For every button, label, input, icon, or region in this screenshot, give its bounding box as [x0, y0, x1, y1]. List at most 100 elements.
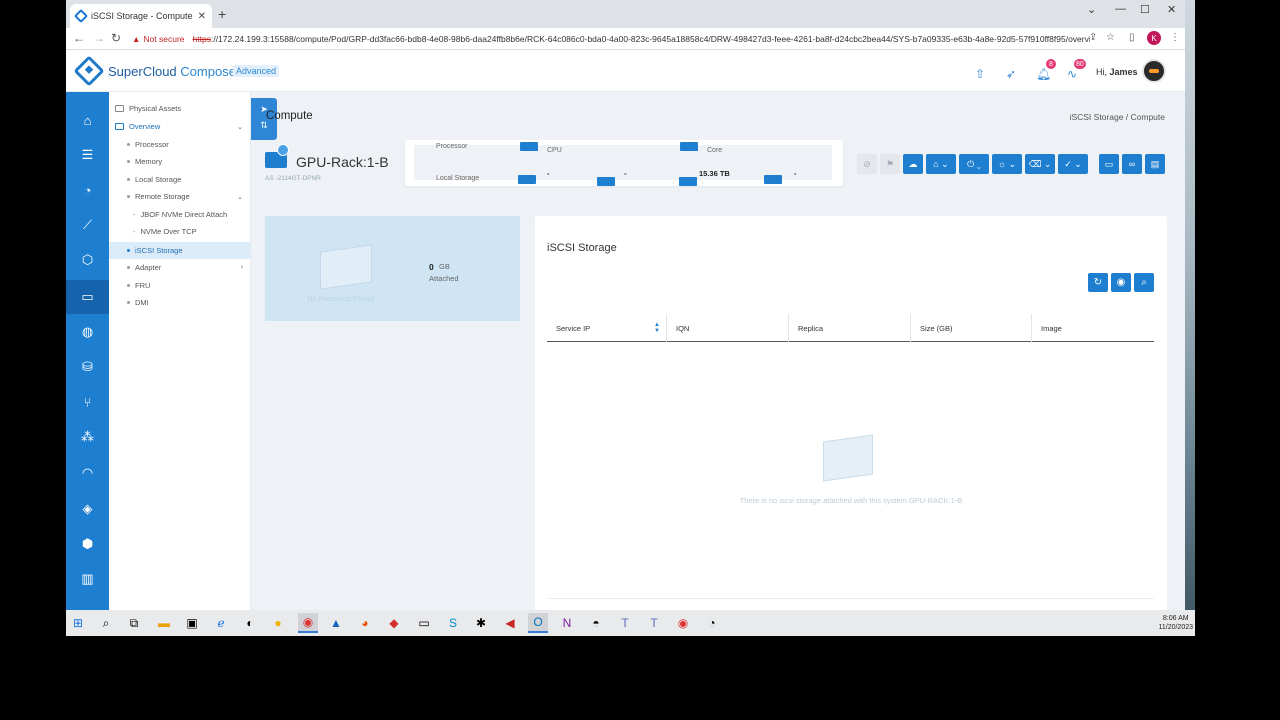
- maximize-button[interactable]: ☐: [1140, 3, 1150, 16]
- chevron-down-icon[interactable]: ⌄: [1087, 3, 1096, 16]
- power-dropdown-button[interactable]: ⏻ ⌄: [959, 154, 989, 174]
- activity-icon[interactable]: ∿: [1067, 67, 1077, 81]
- database-icon[interactable]: ⛁: [66, 350, 109, 384]
- globe-icon[interactable]: ◍: [66, 315, 109, 349]
- user-greeting[interactable]: Hi, James: [1096, 67, 1138, 77]
- share-icon[interactable]: ⇪: [1089, 32, 1097, 43]
- task-view-icon[interactable]: ⧉: [124, 613, 144, 633]
- cluster-icon[interactable]: ⁂: [66, 420, 109, 454]
- page-title: Compute: [266, 110, 313, 122]
- app-icon[interactable]: ◓: [586, 613, 606, 633]
- brand-name: SuperCloud Composer: [108, 64, 241, 79]
- chrome-icon[interactable]: ◉: [298, 613, 318, 633]
- sidebar-item-physical-assets[interactable]: Physical Assets: [109, 100, 251, 117]
- teams-icon[interactable]: T: [644, 613, 664, 633]
- sidebar-item-dmi[interactable]: DMI: [109, 294, 251, 311]
- app-icon[interactable]: ◆: [384, 613, 404, 633]
- windows-start-icon[interactable]: ⊞: [68, 613, 88, 633]
- topology-icon[interactable]: ⑂: [66, 385, 109, 419]
- local-storage-label: Local Storage: [436, 175, 480, 182]
- search-icon[interactable]: ⌕: [1134, 273, 1154, 292]
- cloud-icon[interactable]: ☁: [903, 154, 923, 174]
- store-icon[interactable]: ▣: [182, 613, 202, 633]
- slack-icon[interactable]: ✱: [471, 613, 491, 633]
- new-tab-button[interactable]: +: [218, 6, 226, 22]
- column-header[interactable]: Size (GB): [911, 314, 1032, 342]
- app-icon[interactable]: ▭: [414, 613, 434, 633]
- sidebar-item-memory[interactable]: Memory: [109, 153, 251, 170]
- menu-kebab-icon[interactable]: ⋮: [1170, 32, 1180, 43]
- sidebar-item-remote-storage[interactable]: Remote Storage ⌄: [109, 188, 251, 205]
- column-header[interactable]: Image: [1032, 314, 1154, 342]
- sidebar-item-nvme-tcp[interactable]: - NVMe Over TCP: [109, 223, 251, 240]
- empty-box-icon: [320, 244, 372, 290]
- sidebar-item-processor[interactable]: Processor: [109, 136, 251, 153]
- supercloud-logo[interactable]: [73, 55, 105, 87]
- column-header[interactable]: Replica: [789, 314, 911, 342]
- app-icon[interactable]: ▲: [326, 613, 346, 633]
- pie-chart-icon[interactable]: ◔: [66, 173, 109, 207]
- bookmark-star-icon[interactable]: ☆: [1106, 32, 1115, 43]
- console-icon[interactable]: ▭: [1099, 154, 1119, 174]
- sidebar-item-jbof[interactable]: - JBOF NVMe Direct Attach: [109, 206, 251, 223]
- drop-icon[interactable]: ◈: [66, 492, 109, 526]
- firefox-icon[interactable]: ◕: [355, 613, 375, 633]
- drive-icon: [679, 177, 697, 186]
- line-chart-icon[interactable]: ⟋: [66, 208, 109, 242]
- link-icon[interactable]: ∞: [1122, 154, 1142, 174]
- column-header[interactable]: IQN: [667, 314, 789, 342]
- close-tab-icon[interactable]: ✕: [198, 11, 206, 22]
- home-icon[interactable]: ⌂: [66, 103, 109, 137]
- eye-icon[interactable]: ◉: [1111, 273, 1131, 292]
- app-icon[interactable]: ◔: [702, 613, 722, 633]
- brightness-dropdown-button[interactable]: ☼ ⌄: [992, 154, 1022, 174]
- teams-icon[interactable]: T: [615, 613, 635, 633]
- edge-icon[interactable]: ℯ: [211, 613, 231, 633]
- outlook-icon[interactable]: O: [528, 613, 548, 633]
- app-icon[interactable]: ●: [268, 613, 288, 633]
- chrome-icon[interactable]: ◉: [673, 613, 693, 633]
- cube-icon[interactable]: ⬡: [66, 243, 109, 277]
- sort-icon[interactable]: ▲ ▼: [654, 322, 660, 334]
- url-field[interactable]: ▲ Not secure https ://172.24.199.3:15588…: [132, 30, 1090, 48]
- reload-icon[interactable]: ↻: [111, 31, 121, 45]
- column-header[interactable]: Service IP ▲ ▼: [547, 314, 667, 342]
- rocket-icon[interactable]: ➶: [1006, 67, 1016, 81]
- eraser-dropdown-button[interactable]: ⌫ ⌄: [1025, 154, 1055, 174]
- list-icon[interactable]: ☰: [66, 138, 109, 172]
- bell-icon[interactable]: 🔔︎: [1036, 67, 1051, 81]
- onenote-icon[interactable]: N: [557, 613, 577, 633]
- forward-icon[interactable]: →: [93, 31, 105, 45]
- profile-avatar[interactable]: K: [1147, 31, 1161, 45]
- sidebar-item-iscsi-storage[interactable]: iSCSI Storage: [109, 242, 251, 259]
- sidebar-item-overview[interactable]: Overview ⌄: [109, 118, 251, 135]
- check-dropdown-button[interactable]: ✓ ⌄: [1058, 154, 1088, 174]
- flag-icon[interactable]: ⚑: [880, 154, 900, 174]
- minimize-button[interactable]: —: [1115, 3, 1126, 15]
- back-icon[interactable]: ←: [73, 31, 85, 45]
- file-explorer-icon[interactable]: ▬: [154, 613, 174, 633]
- close-window-button[interactable]: ✕: [1167, 3, 1176, 16]
- document-icon[interactable]: ▤: [1145, 154, 1165, 174]
- user-avatar[interactable]: [1142, 59, 1166, 83]
- sidebar-item-fru[interactable]: FRU: [109, 277, 251, 294]
- sidebar-item-adapter[interactable]: Adapter ›: [109, 259, 251, 276]
- compute-icon[interactable]: ▭: [66, 280, 109, 314]
- system-clock[interactable]: 8:06 AM 11/20/2023: [1158, 614, 1193, 632]
- upload-icon[interactable]: ⇧: [975, 67, 985, 81]
- app-icon[interactable]: ◀: [500, 613, 520, 633]
- hexagon-icon[interactable]: ⬢: [66, 527, 109, 561]
- breadcrumb[interactable]: iSCSI Storage / Compute: [1070, 112, 1165, 122]
- bar-chart-icon[interactable]: ▥: [66, 562, 109, 596]
- refresh-icon[interactable]: ↻: [1088, 273, 1108, 292]
- disabled-action-icon[interactable]: ⊘: [857, 154, 877, 174]
- iscsi-storage-card: iSCSI Storage ↻ ◉ ⌕ Service IP ▲ ▼ IQN Rep…: [535, 216, 1167, 616]
- gauge-icon[interactable]: ◠: [66, 456, 109, 490]
- sidebar-item-local-storage[interactable]: Local Storage: [109, 171, 251, 188]
- browser-tab[interactable]: iSCSI Storage - Compute - Supe ✕: [70, 4, 212, 28]
- tag-dropdown-button[interactable]: ⌂ ⌄: [926, 154, 956, 174]
- app-icon[interactable]: ◐: [240, 613, 260, 633]
- search-icon[interactable]: ⌕: [96, 613, 116, 633]
- skype-icon[interactable]: S: [443, 613, 463, 633]
- sidepanel-icon[interactable]: ▯: [1129, 32, 1135, 43]
